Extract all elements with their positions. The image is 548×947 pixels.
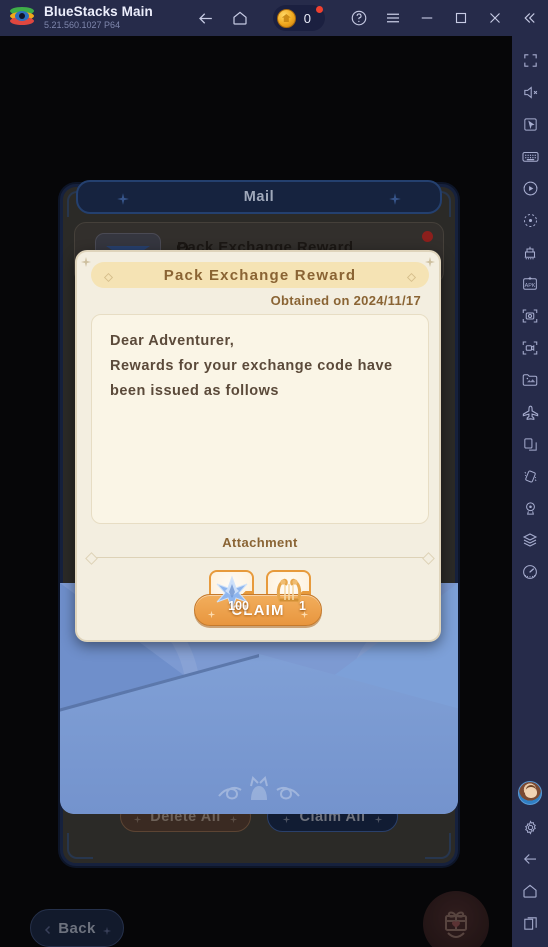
hamburger-menu-icon[interactable] (376, 0, 410, 36)
mail-panel-title-bar: Mail (76, 180, 442, 214)
ornament-icon (102, 923, 112, 936)
svg-text:APK: APK (525, 283, 536, 289)
body-line: been issued as follows (110, 383, 279, 399)
android-back-icon[interactable] (512, 843, 548, 875)
back-button[interactable]: Back (30, 909, 124, 947)
chevron-left-icon (42, 923, 52, 935)
back-arrow-icon[interactable] (189, 0, 223, 36)
body-line: Dear Adventurer, (110, 333, 235, 349)
mail-body-text: Dear Adventurer, Rewards for your exchan… (91, 314, 429, 524)
game-screen: Mail Pack Exchange Reward Delete All Cla… (0, 36, 512, 947)
bluestacks-sidebar: APK (512, 36, 548, 947)
performance-icon[interactable] (512, 556, 548, 588)
media-manager-icon[interactable] (512, 364, 548, 396)
mute-icon[interactable] (512, 76, 548, 108)
screen-record-icon[interactable] (512, 332, 548, 364)
help-icon[interactable] (342, 0, 376, 36)
ornament-icon (116, 192, 130, 206)
keyboard-controls-icon[interactable] (512, 140, 548, 172)
macro-recorder-icon[interactable] (512, 172, 548, 204)
gift-box-icon (423, 891, 489, 947)
obtained-date: Obtained on 2024/11/17 (270, 293, 421, 308)
reward-dialog-title: Pack Exchange Reward (163, 266, 357, 284)
rotate-screen-icon[interactable] (512, 204, 548, 236)
mail-new-badge (422, 231, 433, 242)
android-home-icon[interactable] (512, 875, 548, 907)
eco-mode-icon[interactable] (512, 396, 548, 428)
multi-window-icon[interactable] (512, 428, 548, 460)
attachment-quantity: 100 (228, 599, 249, 613)
minimize-icon[interactable] (410, 0, 444, 36)
attachment-item[interactable]: 100 (209, 570, 254, 615)
attachment-divider (91, 557, 429, 558)
attachment-item[interactable]: 1 (266, 570, 311, 615)
settings-gear-icon[interactable] (512, 811, 548, 843)
bluestacks-logo-icon (10, 6, 34, 30)
android-recents-icon[interactable] (512, 907, 548, 939)
close-icon[interactable] (478, 0, 512, 36)
mail-panel-title: Mail (243, 189, 275, 205)
coin-balance-pill[interactable]: 0 (272, 5, 326, 31)
back-button-label: Back (58, 919, 96, 937)
location-icon[interactable] (512, 492, 548, 524)
version-label: 5.21.560.1027 P64 (44, 20, 121, 31)
cat-ornament-icon (218, 776, 300, 800)
multi-instance-icon[interactable] (512, 236, 548, 268)
layers-icon[interactable] (512, 524, 548, 556)
coin-count: 0 (303, 10, 312, 26)
window-title: BlueStacks Main (44, 4, 153, 20)
reward-dialog-title-bar: Pack Exchange Reward (91, 262, 429, 288)
coin-icon (276, 8, 296, 28)
diamond-ornament-icon (103, 270, 114, 283)
cursor-pointer-icon[interactable] (512, 108, 548, 140)
attachment-quantity: 1 (299, 599, 306, 613)
attachment-label: Attachment (222, 535, 298, 550)
window-title-group: BlueStacks Main 5.21.560.1027 P64 (44, 5, 153, 31)
install-apk-icon[interactable]: APK (512, 268, 548, 300)
body-line: Rewards for your exchange code have (110, 358, 393, 374)
reward-dialog: Pack Exchange Reward Obtained on 2024/11… (75, 250, 441, 642)
diamond-ornament-icon (406, 270, 417, 283)
user-avatar[interactable] (518, 781, 542, 805)
ornament-icon (424, 255, 436, 267)
shake-icon[interactable] (512, 460, 548, 492)
window-controls (342, 0, 548, 36)
ornament-icon (80, 255, 92, 267)
notification-dot (316, 6, 324, 13)
ornament-icon (388, 192, 402, 206)
collapse-sidebar-icon[interactable] (512, 0, 546, 36)
home-icon[interactable] (223, 0, 257, 36)
bluestacks-titlebar: BlueStacks Main 5.21.560.1027 P64 0 (0, 0, 548, 36)
gift-center-button[interactable]: Gift Center (410, 891, 502, 947)
fullscreen-icon[interactable] (512, 44, 548, 76)
screenshot-icon[interactable] (512, 300, 548, 332)
maximize-icon[interactable] (444, 0, 478, 36)
